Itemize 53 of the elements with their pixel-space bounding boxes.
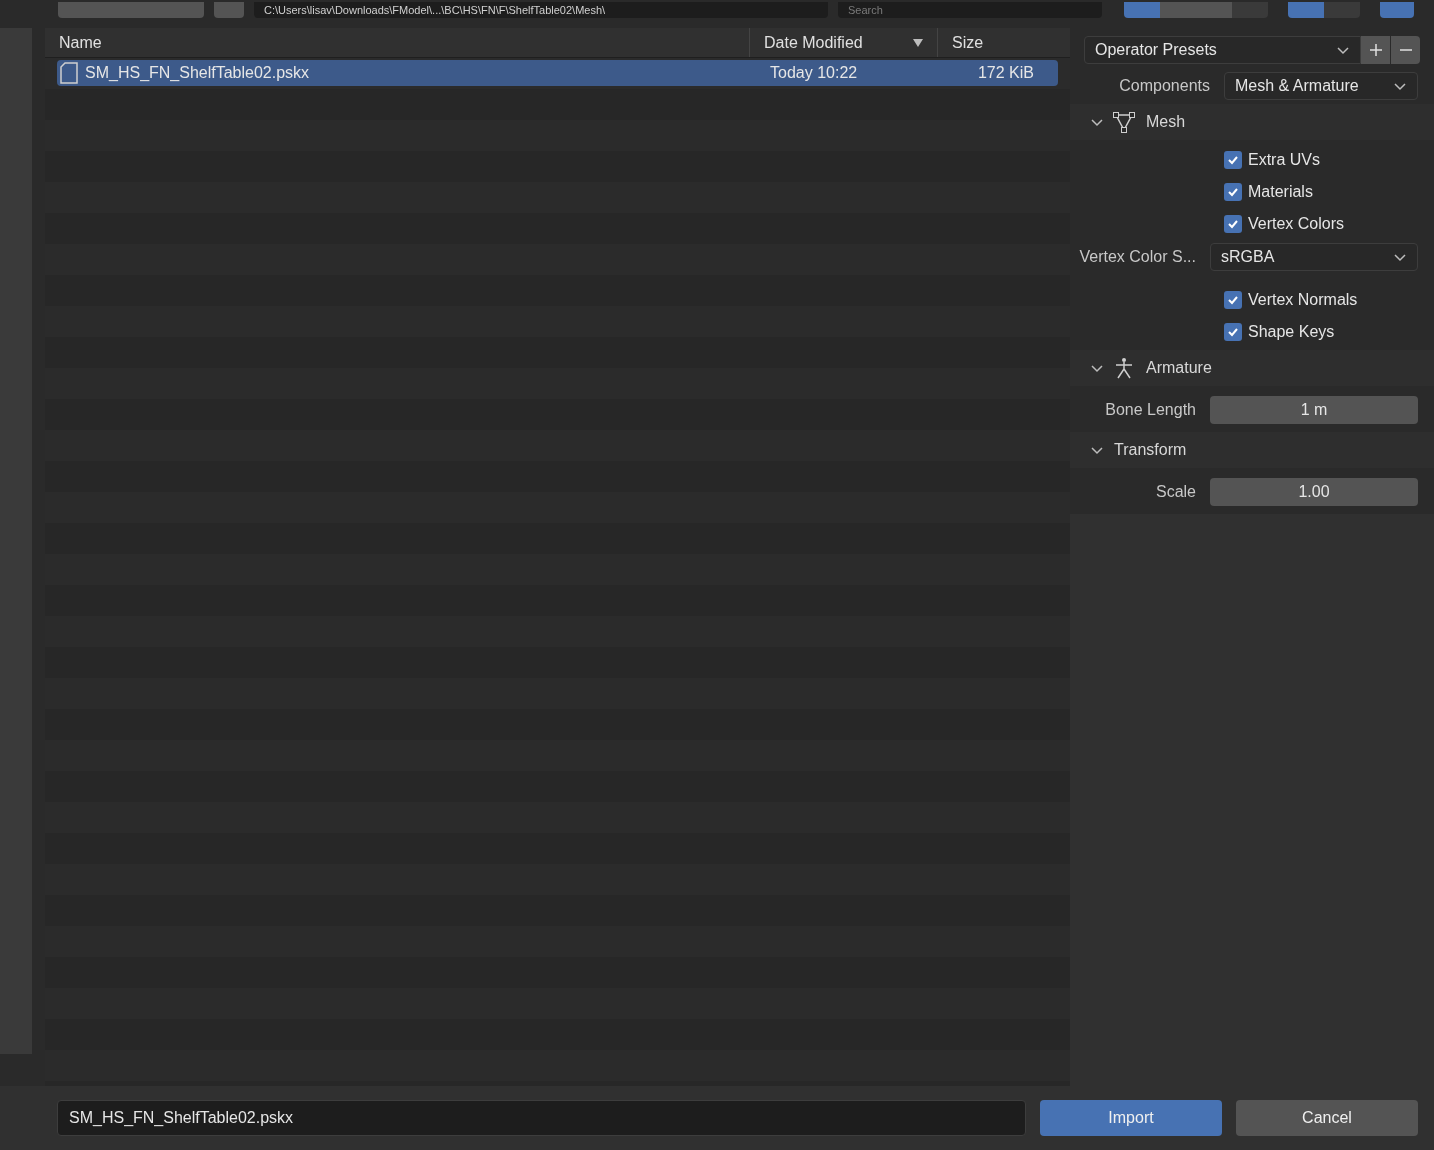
search-field[interactable]: Search bbox=[838, 2, 1102, 18]
cancel-button[interactable]: Cancel bbox=[1236, 1100, 1418, 1136]
add-preset-button[interactable] bbox=[1361, 36, 1390, 64]
column-header[interactable]: Size bbox=[938, 28, 1070, 57]
number-field[interactable]: 1 m bbox=[1210, 396, 1418, 424]
file-icon bbox=[59, 62, 79, 84]
path-field[interactable]: C:\Users\lisav\Downloads\FModel\...\BC\HS\FN\F\ShelfTable02\Mesh\ bbox=[254, 2, 828, 18]
new-folder-button[interactable] bbox=[214, 2, 244, 18]
checkmark-icon bbox=[1227, 326, 1239, 338]
file-row[interactable]: SM_HS_FN_ShelfTable02.pskx Today 10:22 172 KiB bbox=[57, 60, 1058, 86]
checkbox[interactable] bbox=[1224, 151, 1242, 169]
field-label: Bone Length bbox=[1104, 400, 1197, 420]
section-header[interactable]: Transform bbox=[1070, 432, 1434, 468]
file-date: Today 10:22 bbox=[769, 63, 859, 83]
filter-dropdown[interactable] bbox=[1324, 2, 1360, 18]
primary-button[interactable]: Import bbox=[1040, 1100, 1222, 1136]
filename-field[interactable]: SM_HS_FN_ShelfTable02.pskx bbox=[57, 1100, 1026, 1136]
section-header[interactable]: Mesh bbox=[1070, 104, 1434, 140]
file-name: SM_HS_FN_ShelfTable02.pskx bbox=[85, 63, 311, 83]
checkbox-label: Vertex Colors bbox=[1248, 214, 1345, 234]
checkbox-label: Vertex Normals bbox=[1248, 290, 1358, 310]
checkbox-label: Shape Keys bbox=[1248, 322, 1335, 342]
checkmark-icon bbox=[1227, 218, 1239, 230]
remove-preset-button[interactable] bbox=[1391, 36, 1420, 64]
checkbox-label: Extra UVs bbox=[1248, 150, 1320, 170]
checkbox[interactable] bbox=[1224, 183, 1242, 201]
view-mode-button[interactable] bbox=[1196, 2, 1232, 18]
number-field[interactable]: 1.00 bbox=[1210, 478, 1418, 506]
column-header[interactable]: Name bbox=[45, 28, 750, 57]
view-mode-button[interactable] bbox=[1160, 2, 1196, 18]
section-header[interactable]: Armature bbox=[1070, 350, 1434, 386]
view-dropdown[interactable] bbox=[1232, 2, 1268, 18]
file-size: 172 KiB bbox=[976, 63, 1035, 83]
components-dropdown[interactable]: Mesh & Armature bbox=[1224, 72, 1418, 100]
view-mode-button[interactable] bbox=[1124, 2, 1160, 18]
field-label: Components bbox=[1118, 76, 1211, 96]
filter-button[interactable] bbox=[1288, 2, 1324, 18]
checkbox[interactable] bbox=[1224, 291, 1242, 309]
checkmark-icon bbox=[1227, 186, 1239, 198]
field-label: Scale bbox=[1154, 482, 1197, 502]
column-header[interactable]: Date Modified bbox=[750, 28, 938, 57]
checkmark-icon bbox=[1227, 154, 1239, 166]
settings-button[interactable] bbox=[1380, 2, 1414, 18]
checkbox[interactable] bbox=[1224, 215, 1242, 233]
plus-icon bbox=[1368, 43, 1383, 57]
dropdown[interactable]: sRGBA bbox=[1210, 243, 1418, 271]
field-label: Vertex Color S... bbox=[1078, 247, 1197, 267]
sort-descending-icon bbox=[913, 37, 923, 48]
checkmark-icon bbox=[1227, 294, 1239, 306]
triangle-vertices-icon bbox=[1112, 110, 1136, 134]
checkbox-label: Materials bbox=[1248, 182, 1313, 202]
checkbox[interactable] bbox=[1224, 323, 1242, 341]
presets-dropdown[interactable]: Operator Presets bbox=[1084, 36, 1361, 64]
